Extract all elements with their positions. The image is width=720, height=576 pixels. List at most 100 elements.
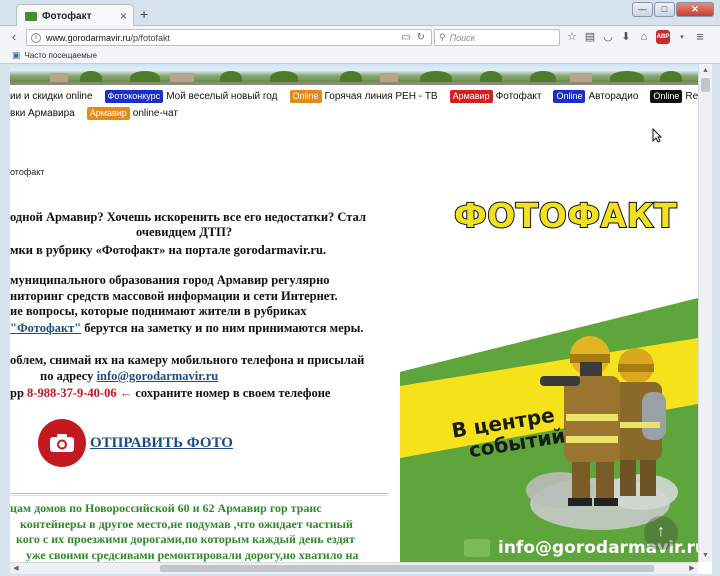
menu-row: вки Армавира Армавир online-чат bbox=[10, 106, 190, 120]
phone-number: 8-988-37-9-40-06 ← bbox=[27, 386, 133, 400]
news-line[interactable]: контейнеры в другое место,не подумав ,чт… bbox=[10, 517, 392, 533]
star-icon[interactable]: ☆ bbox=[566, 30, 578, 43]
mouse-cursor-icon bbox=[652, 128, 662, 143]
menu-badge: Online bbox=[650, 89, 683, 103]
menu-icon[interactable]: ≡ bbox=[694, 29, 706, 44]
dropdown-icon[interactable]: ▾ bbox=[676, 33, 688, 41]
page-viewport: ии и скидки online Фотоконкурс Мой веселый… bbox=[10, 64, 698, 562]
menu-item[interactable]: OnlineRecord bbox=[650, 89, 698, 103]
intro-line: по адресу info@gorodarmavir.ru bbox=[40, 369, 218, 384]
intro-line: ие вопросы, которые поднимают жители в р… bbox=[10, 304, 307, 318]
firefighters-image bbox=[526, 336, 678, 530]
intro-text-fragment: по адресу bbox=[40, 369, 97, 383]
url-host: www.gorodarmavir.ru bbox=[46, 32, 131, 43]
menu-badge: Армавир bbox=[449, 89, 493, 103]
menu-item[interactable]: ии и скидки online bbox=[10, 91, 93, 102]
home-icon[interactable]: ⌂ bbox=[638, 31, 650, 43]
menu-item-label: Фотофакт bbox=[495, 90, 542, 102]
close-window-button[interactable]: ✕ bbox=[676, 2, 714, 17]
menu-item[interactable]: Online Авторадио bbox=[553, 89, 639, 103]
intro-line: ниторинг средств массовой информации и с… bbox=[10, 289, 338, 303]
menu-row: ии и скидки online Фотоконкурс Мой веселый… bbox=[10, 89, 698, 103]
menu-item[interactable]: вки Армавира bbox=[10, 108, 75, 119]
intro-text-fragment: рр bbox=[10, 386, 28, 400]
download-icon[interactable]: ⬇ bbox=[620, 30, 632, 43]
window-frame bbox=[0, 64, 10, 576]
maximize-button[interactable]: □ bbox=[654, 2, 675, 17]
scroll-up-icon[interactable]: ▲ bbox=[699, 64, 712, 77]
search-box[interactable]: ⚲ Поиск bbox=[434, 29, 560, 46]
promo-title: ФОТОФАКТ bbox=[453, 195, 678, 236]
pocket-icon[interactable]: ◡ bbox=[602, 30, 614, 43]
url-text[interactable]: www.gorodarmavir.ru/p/fotofakt bbox=[46, 33, 401, 43]
menu-item-label: online-чат bbox=[132, 107, 178, 119]
fotofakt-link[interactable]: "Фотофакт" bbox=[10, 321, 81, 335]
news-line[interactable]: кого с их проезжими дорогами,по которым … bbox=[10, 532, 392, 548]
menu-badge: Армавир bbox=[86, 106, 130, 120]
scroll-left-icon[interactable]: ◀ bbox=[10, 563, 22, 574]
window-frame bbox=[712, 64, 720, 576]
camera-icon bbox=[38, 419, 86, 467]
clipboard-icon[interactable]: ▤ bbox=[584, 30, 596, 43]
menu-item-label: ии и скидки online bbox=[10, 90, 93, 102]
bookmarks-bar: ▣ Часто посещаемые bbox=[0, 48, 720, 64]
reload-icon[interactable]: ↻ bbox=[417, 32, 425, 43]
search-placeholder: Поиск bbox=[449, 32, 475, 43]
intro-line: облем, снимай их на камеру мобильного те… bbox=[10, 353, 365, 367]
adblock-icon[interactable]: ABP bbox=[656, 29, 670, 44]
menu-badge: Online bbox=[553, 89, 586, 103]
minimize-button[interactable]: — bbox=[632, 2, 653, 17]
news-line[interactable]: цам домов по Новороссийской 60 и 62 Арма… bbox=[10, 501, 392, 517]
tab-close-icon[interactable]: × bbox=[120, 9, 133, 23]
window-controls: — □ ✕ bbox=[632, 2, 714, 17]
horizontal-scroll-thumb[interactable] bbox=[160, 565, 654, 572]
news-line[interactable]: уже своими средсивами ремонтировали доро… bbox=[10, 548, 392, 563]
intro-line: муниципального образования город Армавир… bbox=[10, 273, 330, 287]
bookmark-folder-icon: ▣ bbox=[12, 50, 21, 60]
scroll-right-icon[interactable]: ▶ bbox=[686, 563, 698, 574]
intro-line: очевидцем ДТП? bbox=[136, 225, 233, 239]
breadcrumb: отофакт bbox=[10, 167, 45, 177]
menu-item-label: Авторадио bbox=[588, 90, 639, 102]
tab-title: Фотофакт bbox=[42, 10, 92, 22]
intro-line: одной Армавир? Хочешь искоренить все его… bbox=[10, 210, 366, 224]
browser-titlebar: Фотофакт × + — □ ✕ bbox=[0, 0, 720, 27]
back-icon[interactable]: ‹ bbox=[6, 29, 22, 44]
menu-item-label: Горячая линия РЕН - ТВ bbox=[324, 90, 438, 102]
browser-tab[interactable]: Фотофакт × bbox=[16, 4, 134, 27]
reader-icon[interactable]: ▭ bbox=[401, 32, 410, 43]
menu-item-label: Мой веселый новый год bbox=[166, 90, 278, 102]
scroll-to-top-button[interactable]: ↑ bbox=[644, 516, 678, 550]
info-icon[interactable]: i bbox=[31, 32, 41, 43]
send-photo-label[interactable]: ОТПРАВИТЬ ФОТО bbox=[90, 435, 233, 452]
new-tab-button[interactable]: + bbox=[140, 6, 148, 22]
news-teaser: цам домов по Новороссийской 60 и 62 Арма… bbox=[10, 501, 392, 562]
menu-badge: Online bbox=[289, 89, 322, 103]
menu-item[interactable]: Online Горячая линия РЕН - ТВ bbox=[289, 89, 438, 103]
site-header-banner bbox=[10, 64, 698, 85]
intro-line: рр 8-988-37-9-40-06 ← сохраните номер в … bbox=[10, 386, 330, 401]
menu-item[interactable]: Армавир Фотофакт bbox=[449, 89, 542, 103]
send-photo-button[interactable]: ОТПРАВИТЬ ФОТО bbox=[38, 419, 233, 467]
vertical-scrollbar[interactable]: ▲ ▼ bbox=[698, 64, 712, 562]
email-link[interactable]: info@gorodarmavir.ru bbox=[97, 369, 219, 383]
menu-item-label: вки Армавира bbox=[10, 107, 75, 119]
search-icon: ⚲ bbox=[439, 32, 446, 42]
menu-item[interactable]: Армавир online-чат bbox=[86, 106, 178, 120]
bookmark-most-visited[interactable]: Часто посещаемые bbox=[25, 51, 97, 60]
menu-badge: Фотоконкурс bbox=[104, 89, 164, 103]
fotofakt-promo-banner[interactable]: ФОТОФАКТ В центре событий info@gorodarma… bbox=[400, 188, 698, 562]
toolbar-icons: ☆ ▤ ◡ ⬇ ⌂ ABP ▾ ≡ bbox=[566, 29, 706, 44]
horizontal-scrollbar[interactable]: ◀ ▶ bbox=[10, 562, 698, 574]
site-favicon-icon bbox=[25, 11, 37, 21]
menu-item[interactable]: Фотоконкурс Мой веселый новый год bbox=[104, 89, 278, 103]
intro-line: мки в рубрику «Фотофакт» на портале goro… bbox=[10, 243, 327, 257]
intro-line: "Фотофакт" берутся на заметку и по ним п… bbox=[10, 321, 364, 336]
mail-icon bbox=[464, 539, 490, 557]
menu-item-label: Record bbox=[685, 90, 698, 102]
intro-text-fragment: берутся на заметку и по ним принимаются … bbox=[81, 321, 364, 335]
section-divider bbox=[10, 493, 388, 496]
scroll-down-icon[interactable]: ▼ bbox=[699, 549, 712, 562]
vertical-scroll-thumb[interactable] bbox=[701, 78, 710, 92]
address-bar[interactable]: i www.gorodarmavir.ru/p/fotofakt ▭ ↻ bbox=[26, 29, 432, 46]
